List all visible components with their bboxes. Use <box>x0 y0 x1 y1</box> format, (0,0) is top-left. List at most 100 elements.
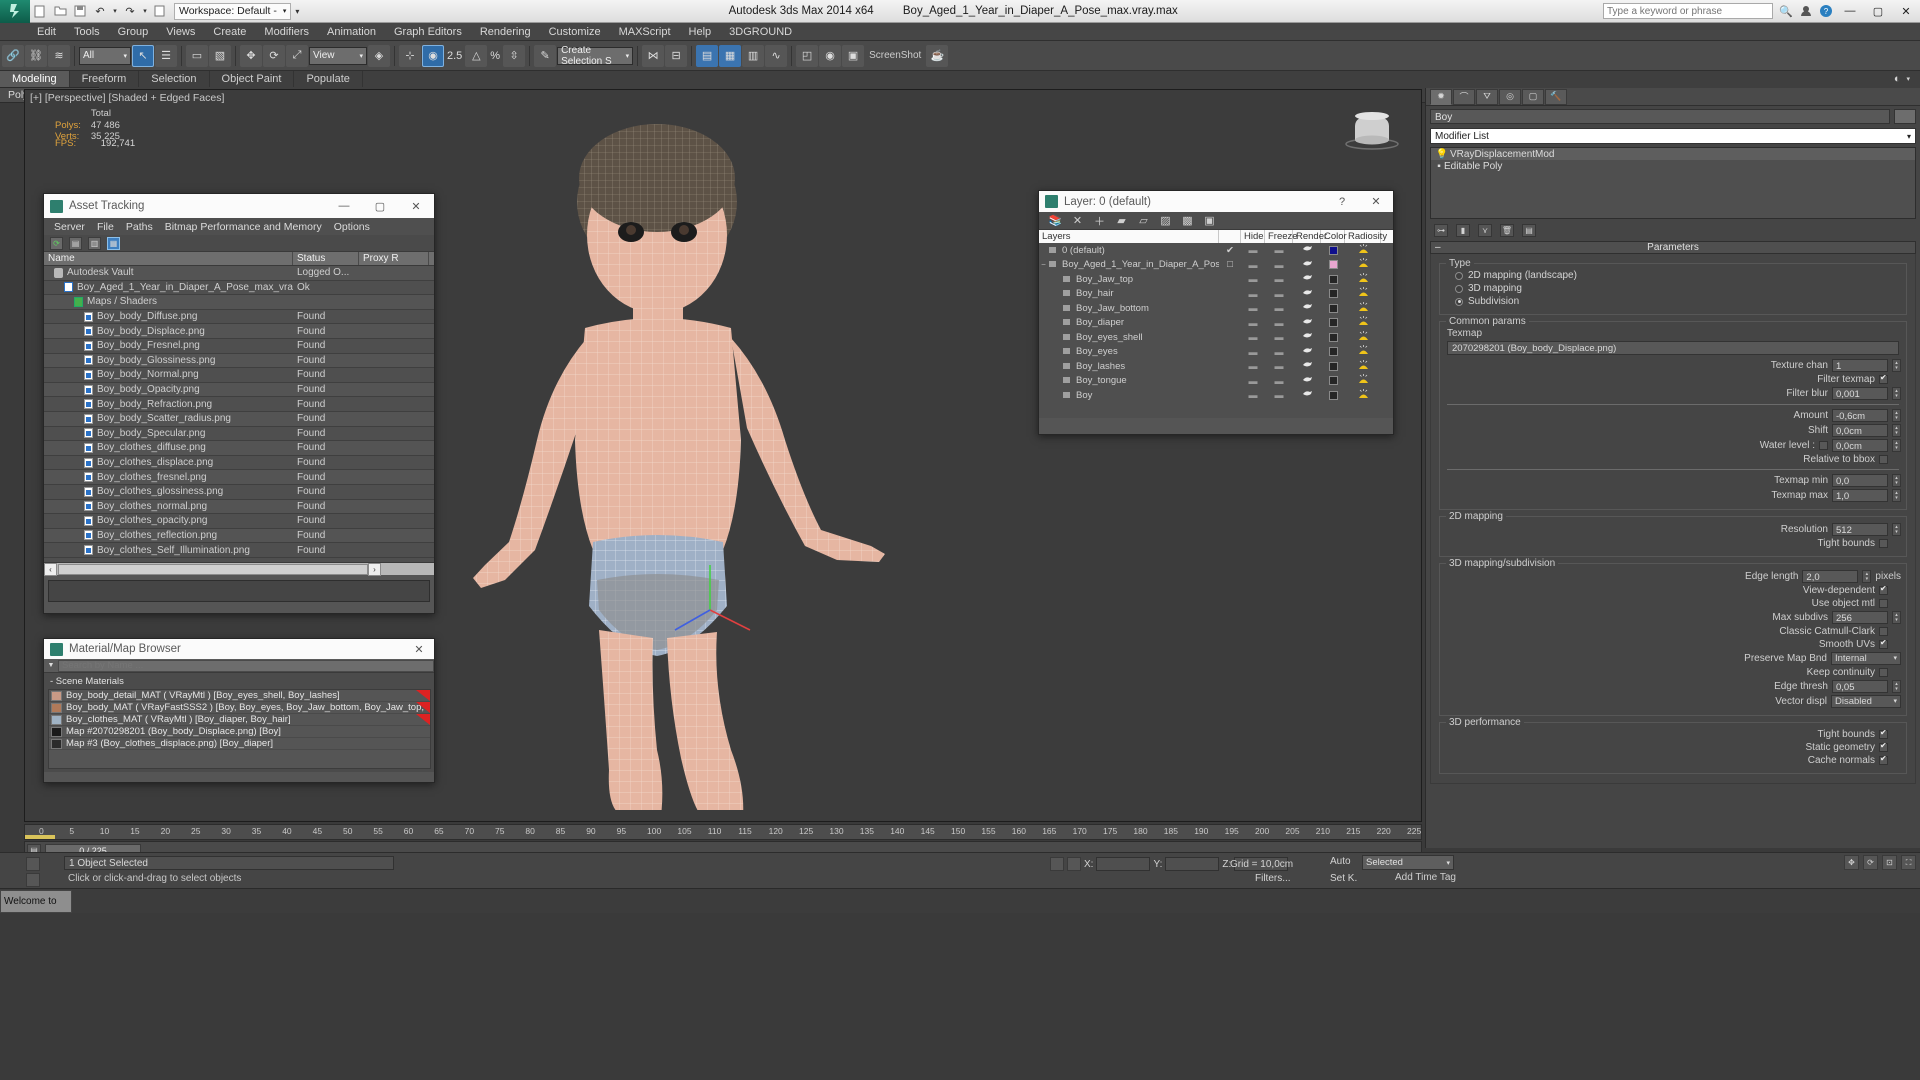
layer-render-cell[interactable] <box>1293 375 1321 387</box>
asset-tracking-minimize[interactable]: — <box>326 194 362 218</box>
project-folder-icon[interactable] <box>150 2 170 21</box>
layer-color-cell[interactable] <box>1321 289 1345 299</box>
table-row[interactable]: Boy_body_Specular.png Found <box>44 427 434 442</box>
layer-hide-cell[interactable]: ▬ <box>1241 332 1265 342</box>
layer-freeze-cell[interactable]: ▬ <box>1265 318 1293 328</box>
menu-item-rendering[interactable]: Rendering <box>471 23 540 41</box>
menu-item-modifiers[interactable]: Modifiers <box>255 23 318 41</box>
tab-utilities[interactable]: 🔨 <box>1545 88 1567 105</box>
tree-view-icon[interactable]: ▥ <box>88 236 101 250</box>
at-col-name[interactable]: Name <box>44 252 293 265</box>
create-new-layer-icon[interactable]: 📚 <box>1049 214 1063 227</box>
menu-item-create[interactable]: Create <box>204 23 255 41</box>
named-selection-combo[interactable]: Create Selection S ▾ <box>557 45 634 67</box>
workspace-selector[interactable]: Workspace: Default - ▾ <box>174 2 292 20</box>
layer-radiosity-cell[interactable] <box>1345 243 1381 257</box>
layer-render-cell[interactable] <box>1293 389 1321 401</box>
mirror-icon[interactable]: ⋈ <box>642 44 665 67</box>
3d-model-wireframe[interactable] <box>465 110 985 810</box>
maxscript-listener-icon[interactable] <box>26 857 40 871</box>
tab-hierarchy[interactable]: ⛛ <box>1476 88 1498 105</box>
grid-view-icon[interactable]: ▦ <box>107 236 120 250</box>
layer-render-cell[interactable] <box>1293 259 1321 271</box>
at-menu-bitmap[interactable]: Bitmap Performance and Memory <box>159 221 328 233</box>
material-editor-icon[interactable]: ◉ <box>819 44 842 67</box>
scroll-right-icon[interactable]: › <box>368 562 381 576</box>
layer-color-cell[interactable] <box>1321 361 1345 371</box>
vector-displ-select[interactable]: Disabled ▾ <box>1831 695 1901 708</box>
y-input[interactable] <box>1165 857 1220 871</box>
welcome-window-button[interactable]: Welcome to <box>0 889 72 913</box>
spinner-icon[interactable]: ▴ ▾ <box>1892 359 1901 372</box>
layer-radiosity-cell[interactable] <box>1345 345 1381 358</box>
tab-motion[interactable]: ◎ <box>1499 88 1521 105</box>
texmap-min-input[interactable]: 0,0 <box>1832 474 1888 487</box>
layer-freeze-cell[interactable]: ▬ <box>1265 260 1293 270</box>
layer-freeze-cell[interactable]: ▬ <box>1265 332 1293 342</box>
table-row[interactable]: Boy_body_Refraction.png Found <box>44 397 434 412</box>
menu-item-customize[interactable]: Customize <box>540 23 610 41</box>
search-input[interactable] <box>1603 3 1773 19</box>
table-row[interactable]: Autodesk Vault Logged O... <box>44 266 434 281</box>
align-icon[interactable]: ⊟ <box>665 44 688 67</box>
lock-icon[interactable] <box>1050 857 1064 871</box>
table-row[interactable]: Boy_Aged_1_Year_in_Diaper_A_Pose_max_vra… <box>44 281 434 296</box>
table-row[interactable]: Boy_clothes_Self_Illumination.png Found <box>44 543 434 558</box>
layer-freeze-cell[interactable]: ▬ <box>1265 274 1293 284</box>
layer-render-cell[interactable] <box>1293 317 1321 329</box>
layer-col-color[interactable]: Color <box>1321 230 1347 243</box>
absolute-relative-icon[interactable] <box>1067 857 1081 871</box>
table-row[interactable]: Boy_diaper ▬ ▬ <box>1039 316 1393 331</box>
at-menu-paths[interactable]: Paths <box>120 221 159 233</box>
layer-color-cell[interactable] <box>1321 245 1345 255</box>
curve-editor-icon[interactable]: ∿ <box>765 44 788 67</box>
scroll-left-icon[interactable]: ‹ <box>44 562 57 576</box>
table-row[interactable]: Maps / Shaders <box>44 295 434 310</box>
pin-stack-icon[interactable]: ⊶ <box>1434 223 1448 237</box>
table-row[interactable]: Boy_clothes_diffuse.png Found <box>44 441 434 456</box>
table-row[interactable]: Boy_eyes ▬ ▬ <box>1039 345 1393 360</box>
table-row[interactable]: Boy_hair ▬ ▬ <box>1039 287 1393 302</box>
edge-thresh-input[interactable]: 0,05 <box>1832 680 1888 693</box>
at-col-proxy[interactable]: Proxy R <box>359 252 429 265</box>
modifier-list-dropdown[interactable]: Modifier List ▾ <box>1430 128 1916 144</box>
tight-bounds-checkbox[interactable] <box>1879 539 1888 548</box>
layer-hide-cell[interactable]: ▬ <box>1241 347 1265 357</box>
make-unique-icon[interactable]: ⋎ <box>1478 223 1492 237</box>
auto-key-button[interactable]: Auto <box>1330 856 1351 867</box>
signin-icon[interactable] <box>1796 3 1816 20</box>
layer-dialog-help[interactable]: ? <box>1325 191 1359 212</box>
unlink-icon[interactable]: ⛓ <box>25 44 47 67</box>
spinner-icon[interactable]: ▴ ▾ <box>1892 523 1901 536</box>
redo-dropdown-icon[interactable]: ▾ <box>140 2 150 21</box>
cache-normals-checkbox[interactable] <box>1879 754 1888 765</box>
refresh-icon[interactable]: ⟳ <box>50 236 63 250</box>
resolution-input[interactable]: 512 <box>1832 523 1888 536</box>
layer-color-cell[interactable] <box>1321 347 1345 357</box>
relative-bbox-checkbox[interactable] <box>1879 455 1888 464</box>
table-row[interactable]: Boy_body_Diffuse.png Found <box>44 310 434 325</box>
collapse-icon[interactable]: – <box>1435 242 1441 254</box>
ribbon-tab-populate[interactable]: Populate <box>294 71 363 87</box>
angle-snap-icon[interactable]: ◉ <box>422 44 444 67</box>
menu-item-views[interactable]: Views <box>157 23 204 41</box>
mmb-close[interactable]: ✕ <box>404 639 434 659</box>
layer-render-cell[interactable] <box>1293 273 1321 285</box>
layer-radiosity-cell[interactable] <box>1345 258 1381 271</box>
key-filter-combo[interactable]: Selected ▾ <box>1362 855 1454 870</box>
redo-icon[interactable]: ↷ <box>120 2 140 21</box>
menu-item-edit[interactable]: Edit <box>28 23 65 41</box>
water-level-input[interactable]: 0,0cm <box>1832 439 1888 452</box>
table-row[interactable]: Boy ▬ ▬ <box>1039 388 1393 403</box>
spinner-icon[interactable]: ▴ ▾ <box>1892 680 1901 693</box>
select-and-rotate-icon[interactable]: ⟳ <box>263 44 285 67</box>
mmb-search-input[interactable] <box>58 659 434 672</box>
layer-hide-cell[interactable]: ▬ <box>1241 260 1265 270</box>
highlight-selected-icon[interactable]: ▱ <box>1137 214 1150 227</box>
layer-col-active[interactable] <box>1219 230 1241 243</box>
layer-hide-cell[interactable]: ▬ <box>1241 303 1265 313</box>
radio-3d-mapping[interactable]: 3D mapping <box>1455 283 1901 294</box>
modifier-stack[interactable]: 💡 VRayDisplacementMod ▪ Editable Poly <box>1430 147 1916 219</box>
layer-radiosity-cell[interactable] <box>1345 316 1381 329</box>
table-row[interactable]: Boy_lashes ▬ ▬ <box>1039 359 1393 374</box>
